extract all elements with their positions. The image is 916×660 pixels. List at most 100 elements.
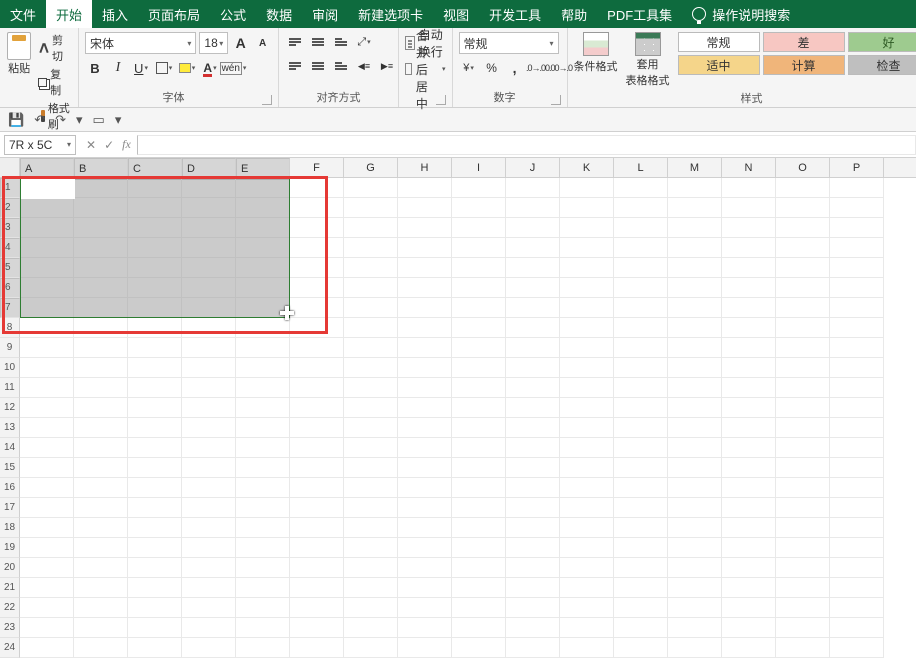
column-header[interactable]: O — [776, 158, 830, 177]
underline-button[interactable]: U▾ — [131, 58, 151, 78]
cell[interactable] — [614, 558, 668, 578]
cell[interactable] — [722, 518, 776, 538]
cell[interactable] — [722, 458, 776, 478]
cell[interactable] — [722, 298, 776, 318]
cell[interactable] — [20, 438, 74, 458]
cell[interactable] — [776, 378, 830, 398]
cell[interactable] — [398, 558, 452, 578]
cell[interactable] — [776, 178, 830, 198]
cell[interactable] — [20, 398, 74, 418]
cell[interactable] — [398, 318, 452, 338]
cell[interactable] — [182, 598, 236, 618]
cell[interactable] — [20, 478, 74, 498]
cell[interactable] — [722, 598, 776, 618]
cell[interactable] — [776, 458, 830, 478]
row-header[interactable]: 13 — [0, 418, 20, 438]
cell[interactable] — [344, 218, 398, 238]
menu-tab-1[interactable]: 开始 — [46, 0, 92, 28]
italic-button[interactable]: I — [108, 58, 128, 78]
format-as-table-button[interactable]: 套用 表格格式 — [626, 32, 670, 88]
cell[interactable] — [560, 518, 614, 538]
cell[interactable] — [830, 258, 884, 278]
cell[interactable] — [506, 198, 560, 218]
cell[interactable] — [128, 398, 182, 418]
increase-indent-button[interactable]: ▶≡ — [377, 56, 397, 76]
copy-button[interactable]: 复制 — [38, 66, 72, 98]
cell[interactable] — [452, 618, 506, 638]
cell[interactable] — [290, 258, 344, 278]
cell[interactable] — [344, 638, 398, 658]
column-header[interactable]: N — [722, 158, 776, 177]
cell[interactable] — [668, 398, 722, 418]
cell[interactable] — [344, 458, 398, 478]
cell[interactable] — [452, 518, 506, 538]
cell[interactable] — [614, 578, 668, 598]
cell[interactable] — [20, 218, 74, 238]
cell[interactable] — [182, 318, 236, 338]
cell[interactable] — [182, 258, 236, 278]
cell[interactable] — [668, 358, 722, 378]
cell[interactable] — [74, 438, 128, 458]
cell[interactable] — [560, 198, 614, 218]
align-bottom-button[interactable] — [331, 32, 351, 52]
qat-dropdown[interactable]: ▾ — [115, 112, 122, 128]
cell[interactable] — [506, 438, 560, 458]
cell[interactable] — [560, 298, 614, 318]
cell[interactable] — [776, 338, 830, 358]
cell[interactable] — [506, 578, 560, 598]
cell[interactable] — [344, 338, 398, 358]
cell[interactable] — [20, 518, 74, 538]
row-header[interactable]: 24 — [0, 638, 20, 658]
cell[interactable] — [74, 378, 128, 398]
cell[interactable] — [560, 578, 614, 598]
grow-font-button[interactable]: A — [231, 33, 250, 53]
cell[interactable] — [668, 478, 722, 498]
cell[interactable] — [830, 318, 884, 338]
style-normal[interactable]: 常规 — [678, 32, 760, 52]
cell[interactable] — [668, 518, 722, 538]
cell[interactable] — [182, 578, 236, 598]
cell[interactable] — [20, 638, 74, 658]
cell[interactable] — [452, 278, 506, 298]
cell[interactable] — [452, 538, 506, 558]
cell[interactable] — [398, 518, 452, 538]
cell[interactable] — [74, 538, 128, 558]
column-header[interactable]: H — [398, 158, 452, 177]
increase-decimal-button[interactable]: .0→.00 — [528, 58, 548, 78]
cell[interactable] — [614, 278, 668, 298]
cell[interactable] — [20, 558, 74, 578]
cell[interactable] — [830, 438, 884, 458]
cell[interactable] — [182, 298, 236, 318]
cell[interactable] — [614, 498, 668, 518]
cell[interactable] — [560, 238, 614, 258]
cell[interactable] — [128, 358, 182, 378]
cell[interactable] — [398, 498, 452, 518]
cell[interactable] — [236, 458, 290, 478]
cell[interactable] — [398, 578, 452, 598]
cell[interactable] — [506, 378, 560, 398]
cell[interactable] — [236, 378, 290, 398]
cell[interactable] — [128, 418, 182, 438]
cell[interactable] — [236, 478, 290, 498]
cell[interactable] — [236, 278, 290, 298]
cell[interactable] — [398, 538, 452, 558]
cell[interactable] — [560, 358, 614, 378]
cell[interactable] — [668, 638, 722, 658]
tell-me-search[interactable]: 操作说明搜索 — [682, 0, 800, 28]
cell[interactable] — [452, 318, 506, 338]
cell[interactable] — [830, 198, 884, 218]
cell[interactable] — [344, 238, 398, 258]
menu-tab-9[interactable]: 开发工具 — [479, 0, 551, 28]
cell[interactable] — [20, 618, 74, 638]
cell[interactable] — [560, 178, 614, 198]
cell[interactable] — [398, 458, 452, 478]
cell[interactable] — [614, 518, 668, 538]
cell[interactable] — [290, 358, 344, 378]
cell[interactable] — [452, 558, 506, 578]
cell[interactable] — [776, 498, 830, 518]
cell[interactable] — [290, 438, 344, 458]
align-left-button[interactable] — [285, 56, 305, 76]
row-header[interactable]: 18 — [0, 518, 20, 538]
font-size-select[interactable]: 18 ▾ — [199, 32, 228, 54]
phonetic-button[interactable]: wén▾ — [223, 58, 243, 78]
